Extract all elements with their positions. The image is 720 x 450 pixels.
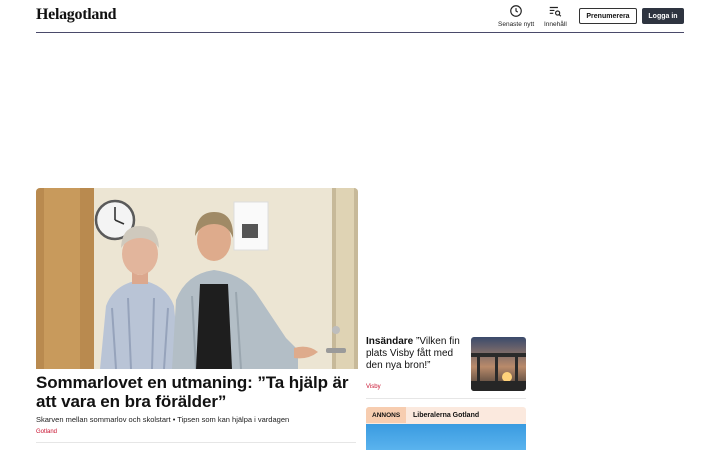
side-article-tag[interactable]: Visby [366,384,381,390]
main-article-tag[interactable]: Gotland [36,429,57,435]
clock-icon [510,5,522,17]
ad-advertiser-name: Liberalerna Gotland [413,411,480,419]
main-article-image[interactable] [36,188,358,369]
ad-label: ANNONS [366,407,407,423]
bridge-photo [471,337,526,391]
nav-content-menu[interactable]: Innehåll [544,4,567,28]
main-article-divider [36,442,356,443]
site-logo[interactable]: Helagotland [36,6,117,24]
login-button[interactable]: Logga in [642,8,684,24]
advertisement-card[interactable]: ANNONS Liberalerna Gotland [366,407,526,450]
main-article-card[interactable] [36,188,358,369]
side-article-kicker: Insändare [366,336,414,347]
two-women-photo [36,188,358,369]
nav-content-label: Innehåll [544,21,567,28]
nav-latest-news[interactable]: Senaste nytt [498,4,534,28]
subscribe-button[interactable]: Prenumerera [579,8,637,24]
side-article-divider [366,398,526,399]
side-article-title[interactable]: Insändare ”Vilken fin plats Visby fått m… [366,336,466,372]
site-header: Helagotland Senaste nytt Innehåll Prenum… [0,0,720,33]
main-article-headline[interactable]: Sommarlovet en utmaning: ”Ta hjälp är at… [36,373,358,411]
header-divider [36,32,684,33]
ad-image[interactable] [366,424,526,450]
menu-search-icon [550,6,562,17]
nav-latest-label: Senaste nytt [498,21,535,28]
main-article-subtitle: Skarven mellan sommarlov och skolstart •… [36,415,290,424]
side-article-image[interactable] [471,337,526,391]
